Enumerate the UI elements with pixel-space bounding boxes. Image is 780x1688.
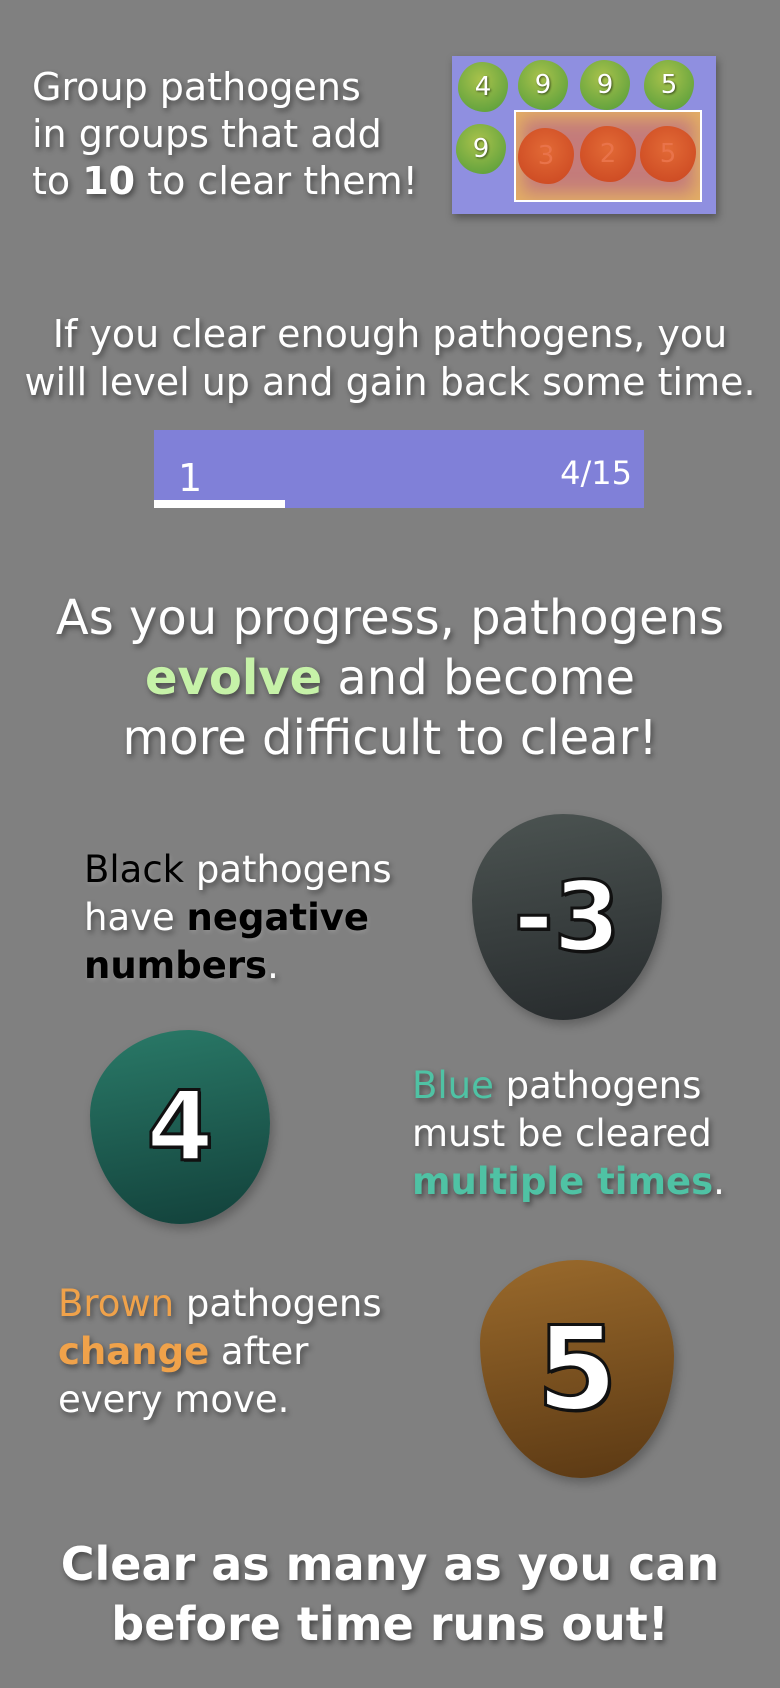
blue-pathogen: 4 bbox=[90, 1030, 270, 1224]
pathogen-cell: 9 bbox=[518, 60, 568, 110]
outro-text: Clear as many as you can before time run… bbox=[0, 1534, 780, 1654]
pathogen-cell: 4 bbox=[458, 62, 508, 112]
level-bar: 1 4/15 bbox=[154, 430, 644, 508]
intro-line-2: in groups that add bbox=[32, 112, 382, 156]
black-numbers: numbers bbox=[84, 944, 268, 987]
evolve-line-2: evolve and become bbox=[145, 650, 635, 706]
level-up-line-2: will level up and gain back some time. bbox=[24, 360, 756, 404]
outro-line-2: before time runs out! bbox=[111, 1597, 669, 1651]
evolve-text: As you progress, pathogens evolve and be… bbox=[0, 588, 780, 768]
evolve-highlight: evolve bbox=[145, 650, 323, 706]
intro-text: Group pathogens in groups that add to 10… bbox=[32, 64, 418, 205]
brown-label: Brown bbox=[58, 1282, 175, 1325]
blue-multiple: multiple times bbox=[412, 1160, 714, 1203]
level-up-line-1: If you clear enough pathogens, you bbox=[52, 312, 728, 356]
black-pathogen-text: Black pathogens have negative numbers. bbox=[84, 848, 392, 987]
level-up-text: If you clear enough pathogens, you will … bbox=[0, 310, 780, 406]
brown-change: change bbox=[58, 1330, 210, 1373]
black-pathogen: -3 bbox=[472, 814, 662, 1020]
intro-line-3: to 10 to clear them! bbox=[32, 159, 418, 203]
level-progress-fill bbox=[154, 500, 285, 508]
brown-pathogen-text: Brown pathogens change after every move. bbox=[58, 1282, 382, 1421]
intro-line-1: Group pathogens bbox=[32, 65, 361, 109]
evolve-line-3: more difficult to clear! bbox=[122, 710, 658, 766]
blue-label: Blue bbox=[412, 1064, 494, 1107]
demo-board: 4 9 9 5 9 3 2 5 bbox=[452, 56, 716, 214]
outro-line-1: Clear as many as you can bbox=[60, 1537, 720, 1591]
black-label: Black bbox=[84, 848, 185, 891]
evolve-line-1: As you progress, pathogens bbox=[55, 590, 725, 646]
level-number: 1 bbox=[178, 456, 203, 500]
brown-pathogen: 5 bbox=[480, 1260, 674, 1478]
level-progress-text: 4/15 bbox=[560, 454, 632, 492]
black-pathogen-value: -3 bbox=[512, 860, 622, 975]
brown-pathogen-value: 5 bbox=[535, 1300, 619, 1438]
blue-pathogen-text: Blue pathogens must be cleared multiple … bbox=[412, 1064, 725, 1203]
pathogen-cell-selected: 5 bbox=[640, 126, 696, 182]
pathogen-cell-selected: 2 bbox=[580, 126, 636, 182]
blue-pathogen-value: 4 bbox=[145, 1070, 215, 1185]
black-negative: negative bbox=[186, 896, 370, 939]
level-progress-track bbox=[154, 500, 644, 508]
pathogen-cell: 9 bbox=[456, 124, 506, 174]
pathogen-cell-selected: 3 bbox=[518, 128, 574, 184]
target-sum: 10 bbox=[82, 159, 136, 203]
pathogen-cell: 5 bbox=[644, 60, 694, 110]
pathogen-cell: 9 bbox=[580, 60, 630, 110]
